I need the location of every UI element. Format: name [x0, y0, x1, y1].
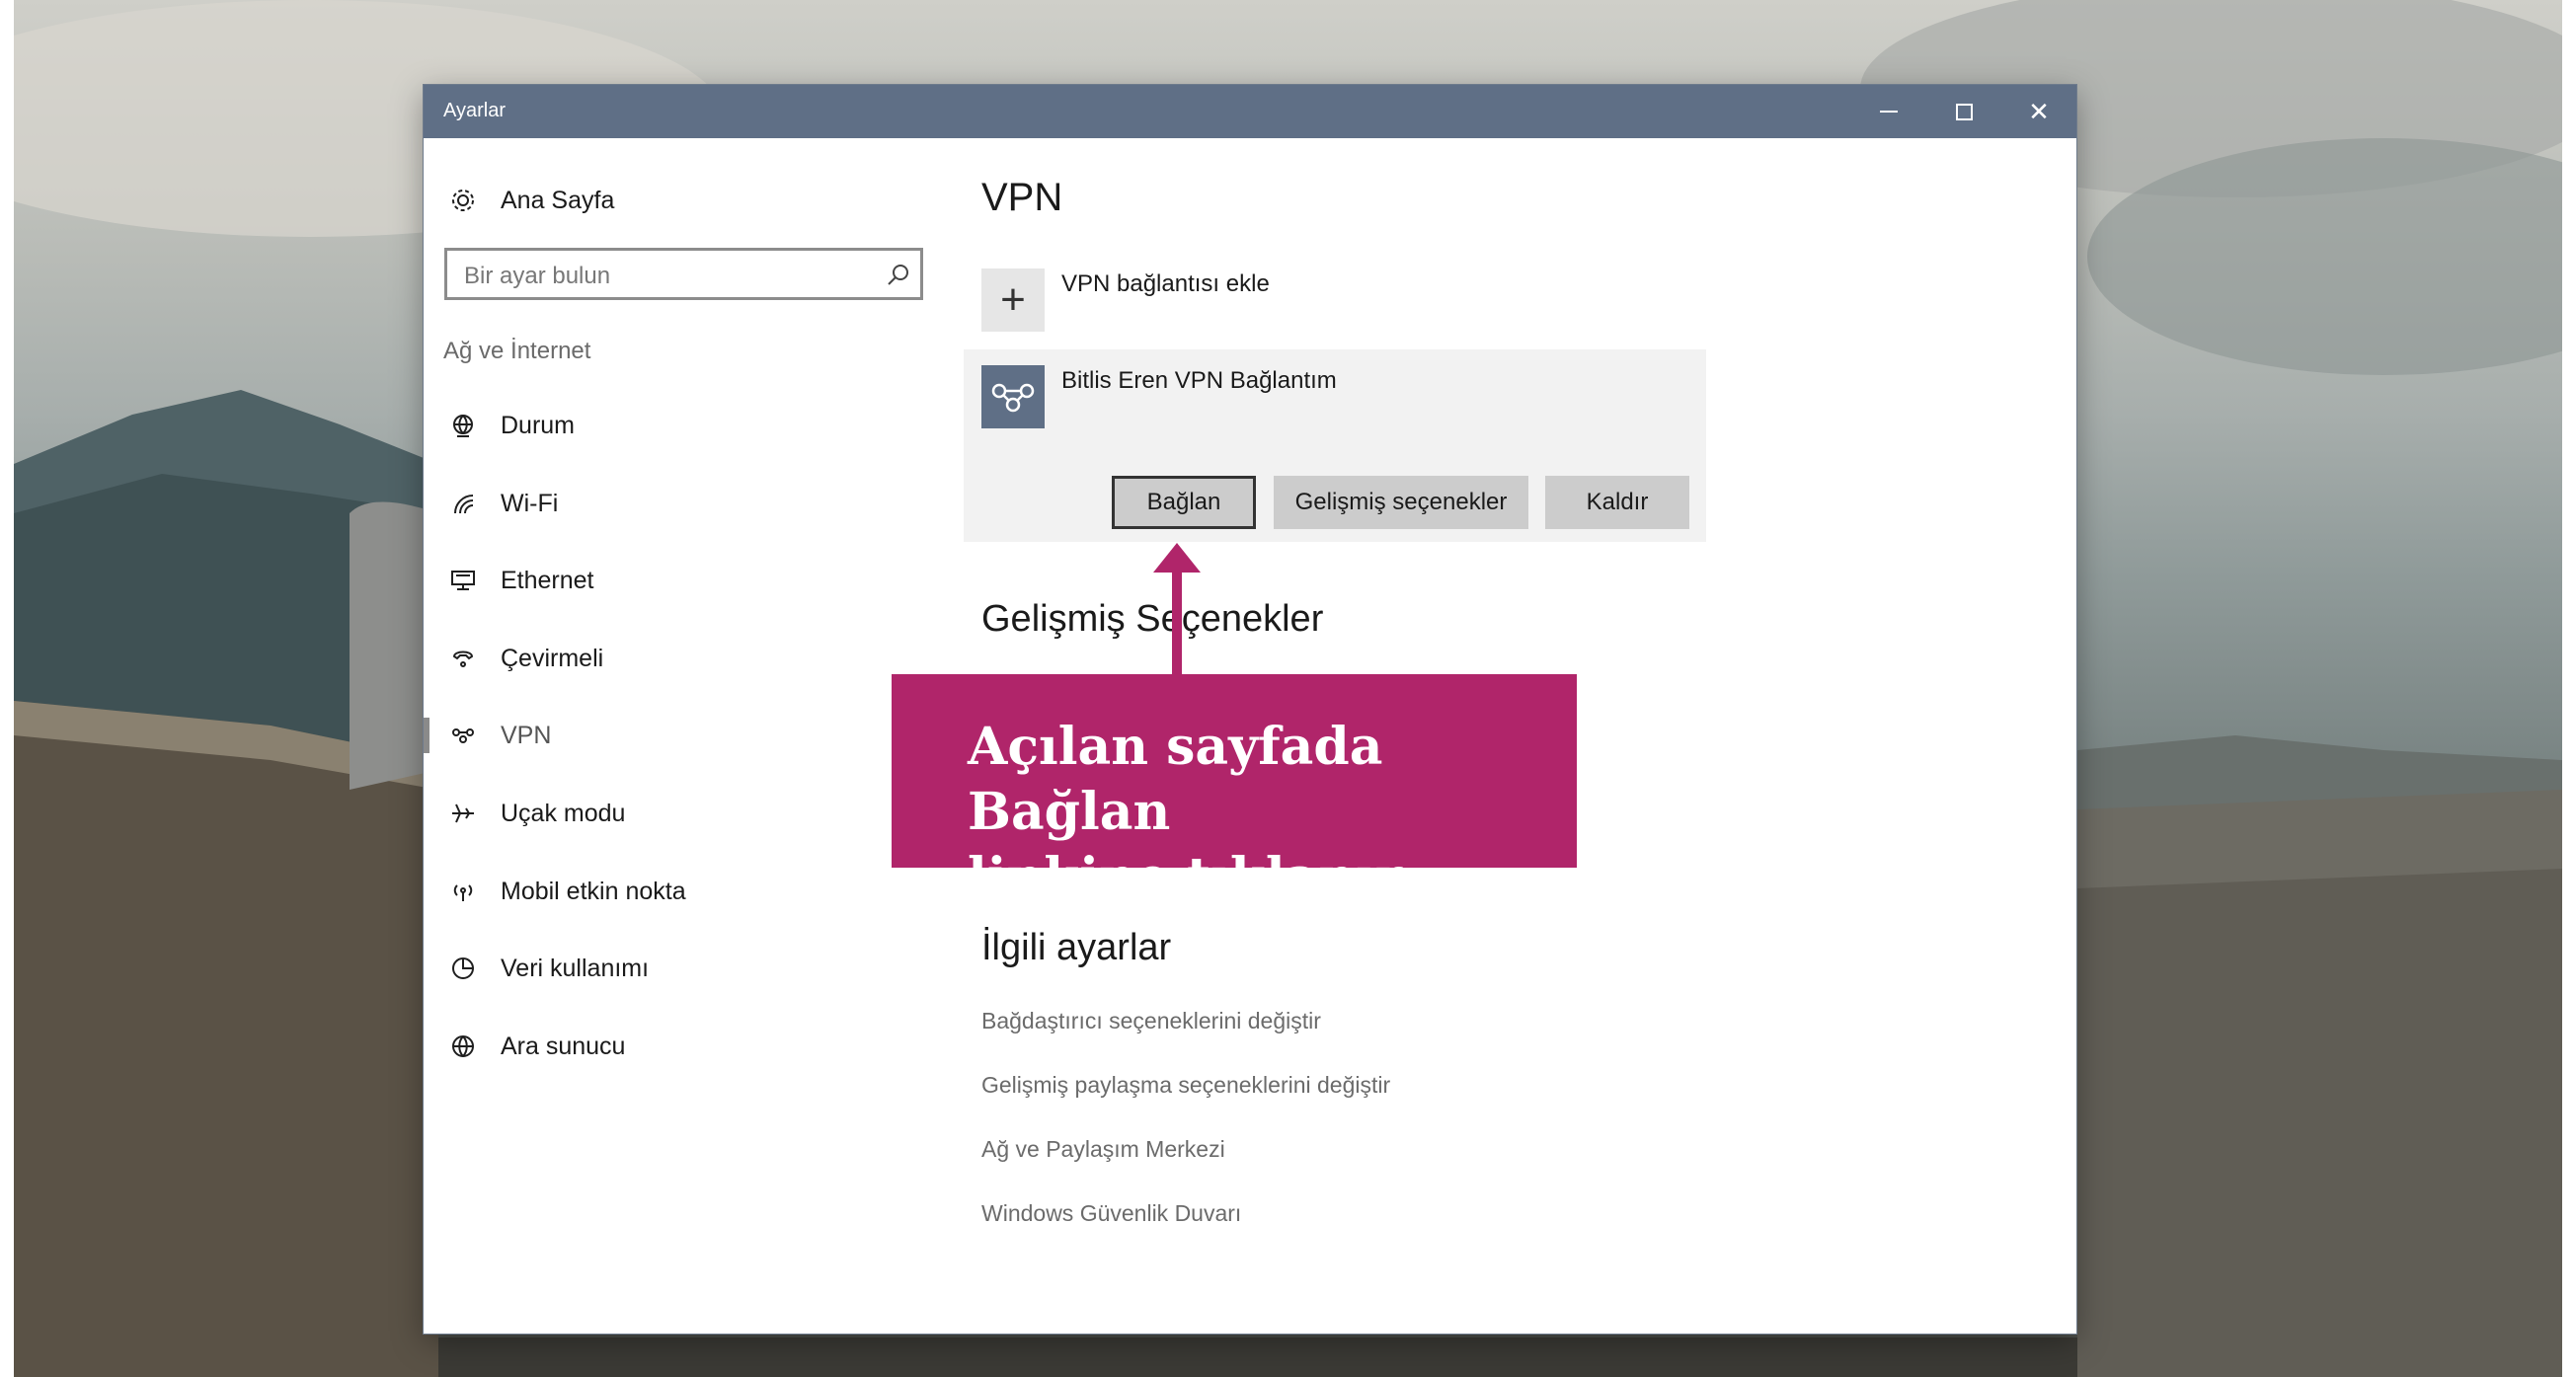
search-placeholder: Bir ayar bulun	[464, 263, 611, 289]
annotation-arrow-head	[1153, 543, 1201, 573]
section-label: Ağ ve İnternet	[443, 338, 591, 364]
vpn-icon	[991, 383, 1035, 413]
close-icon: ✕	[2028, 96, 2050, 126]
connect-button[interactable]: Bağlan	[1112, 476, 1256, 529]
related-link-adapter-options[interactable]: Bağdaştırıcı seçeneklerini değiştir	[981, 1008, 1321, 1034]
wifi-icon	[447, 488, 479, 519]
vpn-connection-icon-tile	[981, 365, 1045, 428]
sidebar-item-label: Çevirmeli	[501, 644, 604, 672]
related-link-sharing-options[interactable]: Gelişmiş paylaşma seçeneklerini değiştir	[981, 1072, 1390, 1099]
sidebar-item-label: Ara sunucu	[501, 1032, 626, 1060]
search-icon[interactable]	[883, 261, 912, 290]
proxy-globe-icon	[447, 1031, 479, 1062]
sidebar-item-airplane[interactable]: Uçak modu	[447, 792, 911, 835]
callout-line-2: linkine tıklanır.	[968, 847, 1416, 907]
sidebar-item-label: Durum	[501, 411, 576, 439]
window-title: Ayarlar	[443, 100, 506, 121]
annotation-callout: Açılan sayfada Bağlan linkine tıklanır.	[892, 674, 1577, 907]
sidebar-item-proxy[interactable]: Ara sunucu	[447, 1025, 911, 1068]
maximize-icon	[1955, 103, 1973, 120]
minimize-icon	[1880, 111, 1898, 113]
related-link-firewall[interactable]: Windows Güvenlik Duvarı	[981, 1200, 1241, 1227]
airplane-icon	[447, 798, 479, 829]
add-icon-tile: +	[981, 268, 1045, 332]
title-bar[interactable]: Ayarlar ✕	[424, 85, 2076, 138]
hotspot-icon	[447, 876, 479, 907]
settings-search-input[interactable]: Bir ayar bulun	[444, 248, 923, 300]
close-button[interactable]: ✕	[2001, 85, 2076, 138]
annotation-arrow-shaft	[1172, 571, 1182, 677]
sidebar-item-label: Veri kullanımı	[501, 954, 650, 982]
vpn-connection-name: Bitlis Eren VPN Bağlantım	[1061, 367, 1337, 394]
advanced-options-button[interactable]: Gelişmiş seçenekler	[1274, 476, 1528, 529]
plus-icon: +	[1000, 275, 1026, 324]
dialup-icon	[447, 643, 479, 674]
sidebar-item-label: Ethernet	[501, 566, 594, 594]
page-title: VPN	[981, 176, 1063, 219]
sidebar-item-hotspot[interactable]: Mobil etkin nokta	[447, 870, 911, 913]
advanced-options-heading: Gelişmiş Seçenekler	[981, 598, 1324, 640]
vpn-icon	[447, 720, 479, 751]
sidebar-item-label: Wi-Fi	[501, 489, 559, 517]
sidebar-item-label: VPN	[501, 721, 552, 749]
sidebar-item-ethernet[interactable]: Ethernet	[447, 559, 911, 602]
vpn-connection-card[interactable]: Bitlis Eren VPN Bağlantım Bağlan Gelişmi…	[964, 349, 1706, 542]
ethernet-icon	[447, 565, 479, 596]
sidebar-item-label: Mobil etkin nokta	[501, 877, 686, 905]
sidebar-item-data-usage[interactable]: Veri kullanımı	[447, 947, 911, 990]
remove-button[interactable]: Kaldır	[1545, 476, 1689, 529]
maximize-button[interactable]	[1926, 85, 2001, 138]
add-vpn-label: VPN bağlantısı ekle	[1061, 270, 1270, 297]
sidebar-item-dialup[interactable]: Çevirmeli	[447, 637, 911, 680]
callout-line-1: Açılan sayfada Bağlan	[968, 717, 1383, 842]
add-vpn-button[interactable]: + VPN bağlantısı ekle	[981, 268, 1270, 332]
sidebar-item-label: Uçak modu	[501, 799, 626, 827]
sidebar-item-vpn[interactable]: VPN	[424, 714, 911, 757]
nav-home[interactable]: Ana Sayfa	[447, 179, 614, 222]
related-settings-heading: İlgili ayarlar	[981, 927, 1172, 968]
nav-home-label: Ana Sayfa	[501, 186, 615, 214]
data-usage-icon	[447, 953, 479, 984]
gear-icon	[447, 185, 479, 216]
related-link-network-center[interactable]: Ağ ve Paylaşım Merkezi	[981, 1136, 1225, 1163]
globe-status-icon	[447, 410, 479, 441]
sidebar-item-durum[interactable]: Durum	[447, 404, 911, 447]
sidebar-item-wifi[interactable]: Wi-Fi	[447, 482, 911, 525]
minimize-button[interactable]	[1851, 85, 1926, 138]
